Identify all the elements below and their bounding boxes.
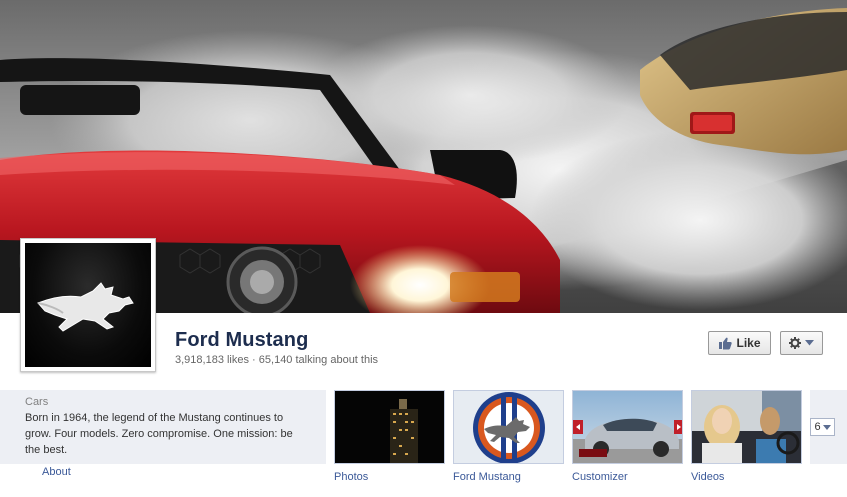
page-title[interactable]: Ford Mustang: [175, 329, 308, 352]
videos-thumbnail: [692, 391, 801, 463]
chevron-down-icon: [805, 340, 814, 346]
videos-tile[interactable]: [691, 390, 802, 464]
more-apps-button[interactable]: 6: [810, 418, 835, 436]
about-link[interactable]: About: [42, 466, 71, 478]
more-apps-count: 6: [814, 421, 821, 433]
like-button-label: Like: [736, 336, 761, 350]
photos-tile[interactable]: [334, 390, 445, 464]
gear-icon: [789, 337, 801, 349]
page-category[interactable]: Cars: [25, 396, 301, 408]
about-description: Born in 1964, the legend of the Mustang …: [25, 412, 293, 456]
customizer-tile[interactable]: [572, 390, 683, 464]
about-box: Cars Born in 1964, the legend of the Mus…: [0, 390, 326, 464]
profile-picture[interactable]: [20, 238, 156, 372]
photos-tab-label[interactable]: Photos: [334, 471, 368, 483]
talking-count: 65,140 talking about this: [258, 354, 379, 366]
photos-thumbnail: [335, 391, 444, 463]
mustang-badge-thumbnail: [454, 391, 563, 463]
ford-mustang-tab-label[interactable]: Ford Mustang: [453, 471, 521, 483]
mustang-pony-logo: [25, 243, 151, 367]
like-button[interactable]: Like: [708, 331, 771, 355]
pony-icon: [37, 282, 134, 332]
chevron-down-icon: [822, 424, 831, 430]
thumbs-up-icon: [719, 337, 733, 349]
customizer-thumbnail: [573, 391, 682, 463]
likes-count: 3,918,183 likes: [175, 354, 249, 366]
stats-separator: ·: [249, 354, 259, 366]
settings-menu-button[interactable]: [780, 331, 823, 355]
customizer-tab-label[interactable]: Customizer: [572, 471, 628, 483]
page-stats: 3,918,183 likes · 65,140 talking about t…: [175, 354, 378, 366]
videos-tab-label[interactable]: Videos: [691, 471, 724, 483]
ford-mustang-app-tile[interactable]: [453, 390, 564, 464]
